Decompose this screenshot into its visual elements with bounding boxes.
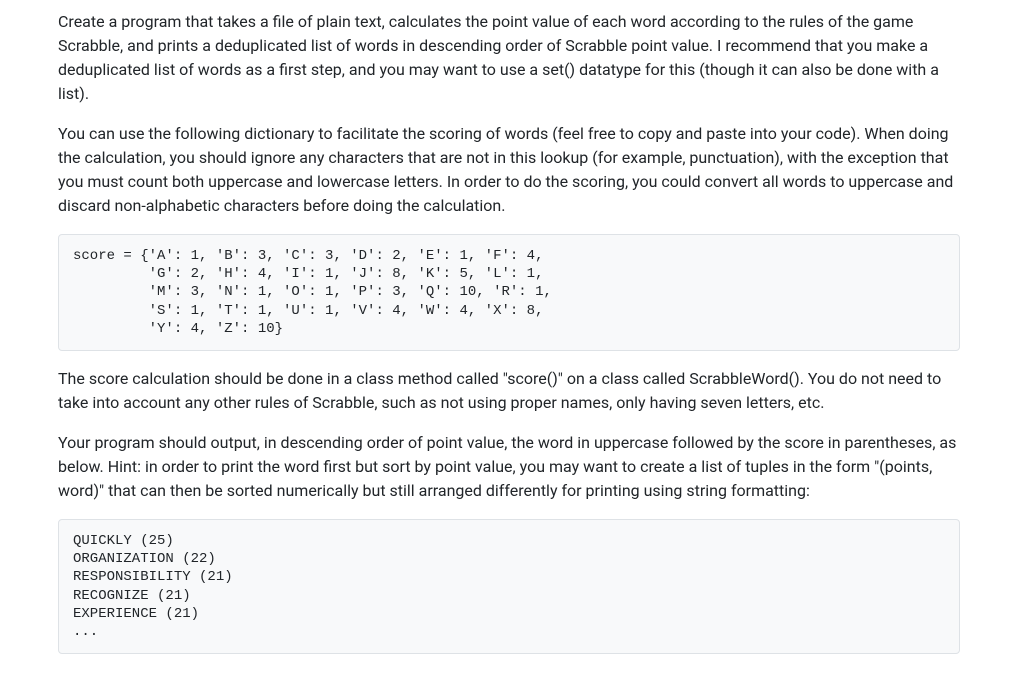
code-block-score-dict: score = {'A': 1, 'B': 3, 'C': 3, 'D': 2,…	[58, 234, 960, 351]
paragraph-intro: Create a program that takes a file of pl…	[58, 10, 960, 106]
code-block-output-example: QUICKLY (25) ORGANIZATION (22) RESPONSIB…	[58, 519, 960, 654]
paragraph-output-format: Your program should output, in descendin…	[58, 431, 960, 503]
paragraph-class-method: The score calculation should be done in …	[58, 367, 960, 415]
paragraph-dictionary-info: You can use the following dictionary to …	[58, 122, 960, 218]
